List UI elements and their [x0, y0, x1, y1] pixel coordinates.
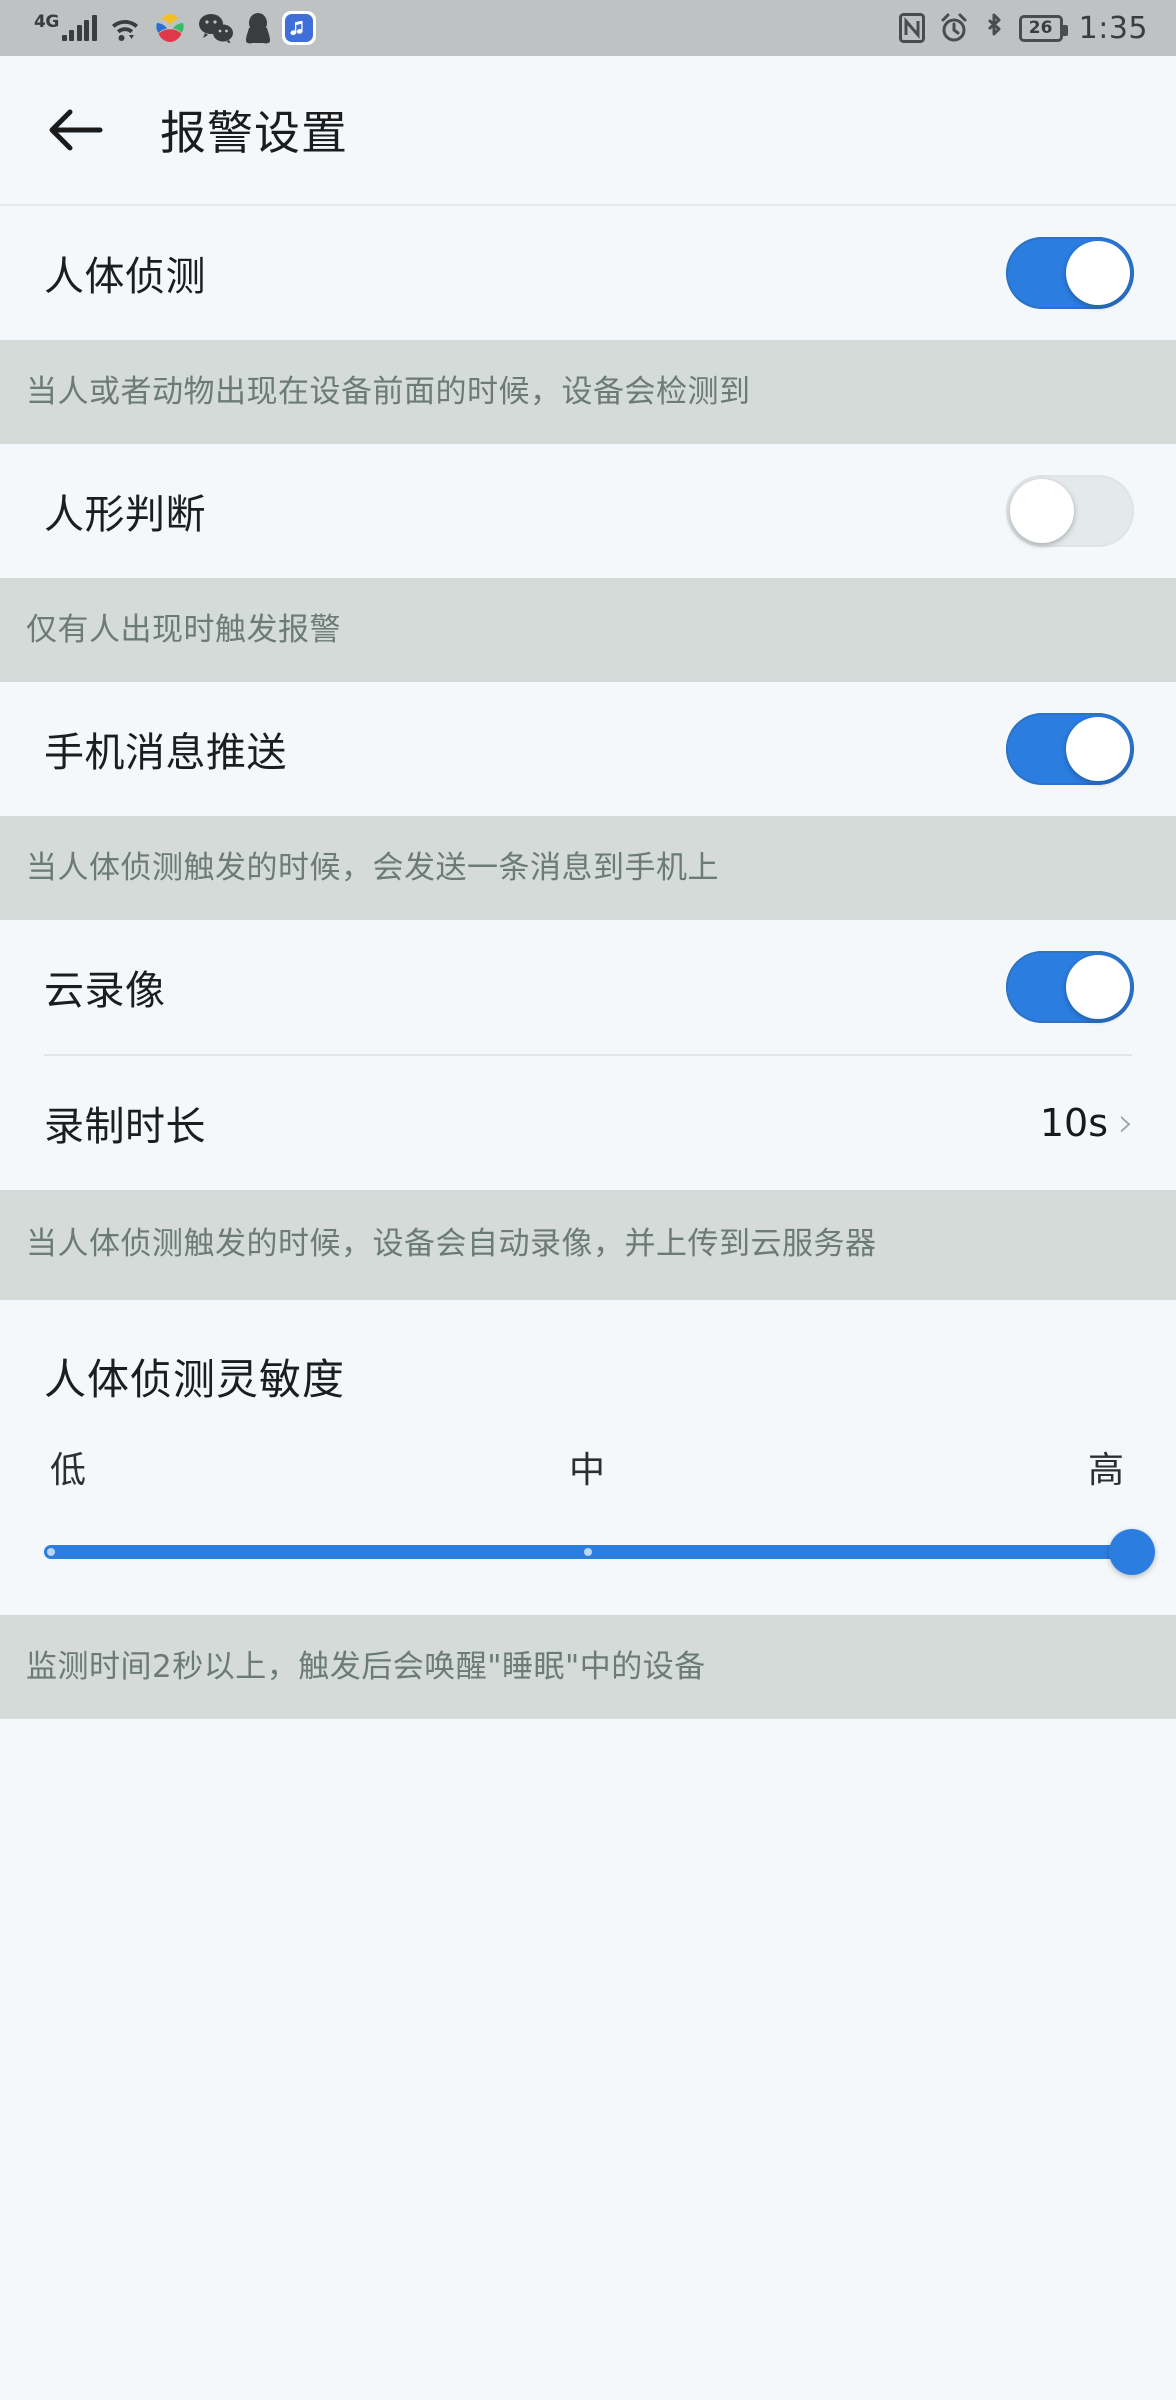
clock-label: 1:35	[1078, 10, 1148, 46]
record-duration-value: 10s	[1039, 1101, 1108, 1146]
toggle-human-detection[interactable]	[1006, 237, 1134, 309]
hint-phone-push: 当人体侦测触发的时候，会发送一条消息到手机上	[0, 816, 1176, 921]
battery-icon: 26	[1018, 14, 1068, 42]
bluetooth-icon	[988, 13, 1001, 36]
row-cloud-recording[interactable]: 云录像	[0, 920, 1176, 1055]
sensitivity-scale-labels: 低 中 高	[44, 1441, 1132, 1493]
signal-bars-icon	[61, 15, 97, 41]
app-header: 报警设置	[0, 56, 1176, 206]
row-label-human-shape: 人形判断	[44, 492, 206, 539]
slider-tick-low	[46, 1548, 55, 1557]
hint-sensitivity: 监测时间2秒以上，触发后会唤醒"睡眠"中的设备	[0, 1615, 1176, 1720]
status-bar: 4G 26 1:35	[0, 0, 1176, 56]
wifi-icon	[111, 20, 138, 41]
hint-human-shape: 仅有人出现时触发报警	[0, 578, 1176, 683]
toggle-cloud-recording[interactable]	[1006, 951, 1134, 1024]
row-human-shape[interactable]: 人形判断	[0, 444, 1176, 579]
music-app-icon	[281, 11, 316, 45]
sensitivity-section: 人体侦测灵敏度 低 中 高	[0, 1300, 1176, 1616]
qq-penguin-icon	[245, 13, 270, 44]
toggle-knob	[1066, 955, 1130, 1020]
sensitivity-label-high: 高	[1087, 1450, 1124, 1492]
row-label-human-detection: 人体侦测	[44, 254, 206, 300]
slider-thumb[interactable]	[1109, 1529, 1155, 1576]
toggle-phone-push[interactable]	[1006, 713, 1134, 786]
hint-human-detection: 当人或者动物出现在设备前面的时候，设备会检测到	[0, 340, 1176, 445]
sensitivity-label-low: 低	[50, 1450, 87, 1492]
toggle-knob	[1010, 479, 1074, 544]
color-flower-app-icon	[156, 14, 184, 42]
signal-4g-icon: 4G	[34, 12, 97, 41]
row-label-cloud-recording: 云录像	[44, 968, 166, 1015]
sensitivity-label-mid: 中	[568, 1450, 605, 1492]
back-button[interactable]	[38, 93, 112, 167]
toggle-knob	[1066, 717, 1130, 782]
row-human-detection[interactable]: 人体侦测	[0, 206, 1176, 340]
page-title: 报警设置	[160, 106, 348, 160]
row-label-phone-push: 手机消息推送	[44, 730, 287, 777]
wechat-icon	[198, 14, 233, 43]
row-phone-push[interactable]: 手机消息推送	[0, 682, 1176, 817]
sensitivity-title: 人体侦测灵敏度	[44, 1355, 346, 1405]
hint-cloud-recording: 当人体侦测触发的时候，设备会自动录像，并上传到云服务器	[0, 1190, 1176, 1301]
row-right-record-duration: 10s ›	[1040, 1101, 1134, 1145]
status-bar-right: 26 1:35	[898, 10, 1148, 46]
alarm-clock-icon	[941, 13, 967, 42]
sensitivity-slider[interactable]	[44, 1529, 1155, 1576]
row-label-record-duration: 录制时长	[44, 1104, 206, 1151]
slider-tick-mid	[584, 1548, 592, 1557]
group-cloud-recording: 云录像 录制时长 10s ›	[0, 920, 1176, 1191]
row-record-duration[interactable]: 录制时长 10s ›	[0, 1056, 1176, 1191]
back-arrow-icon	[49, 109, 103, 151]
battery-percent-label: 26	[1028, 17, 1053, 38]
toggle-knob	[1066, 241, 1130, 305]
nfc-icon	[898, 13, 925, 43]
network-type-label: 4G	[34, 12, 59, 32]
toggle-human-shape[interactable]	[1006, 475, 1134, 548]
chevron-right-icon: ›	[1118, 1100, 1134, 1147]
status-bar-left: 4G	[34, 11, 316, 45]
